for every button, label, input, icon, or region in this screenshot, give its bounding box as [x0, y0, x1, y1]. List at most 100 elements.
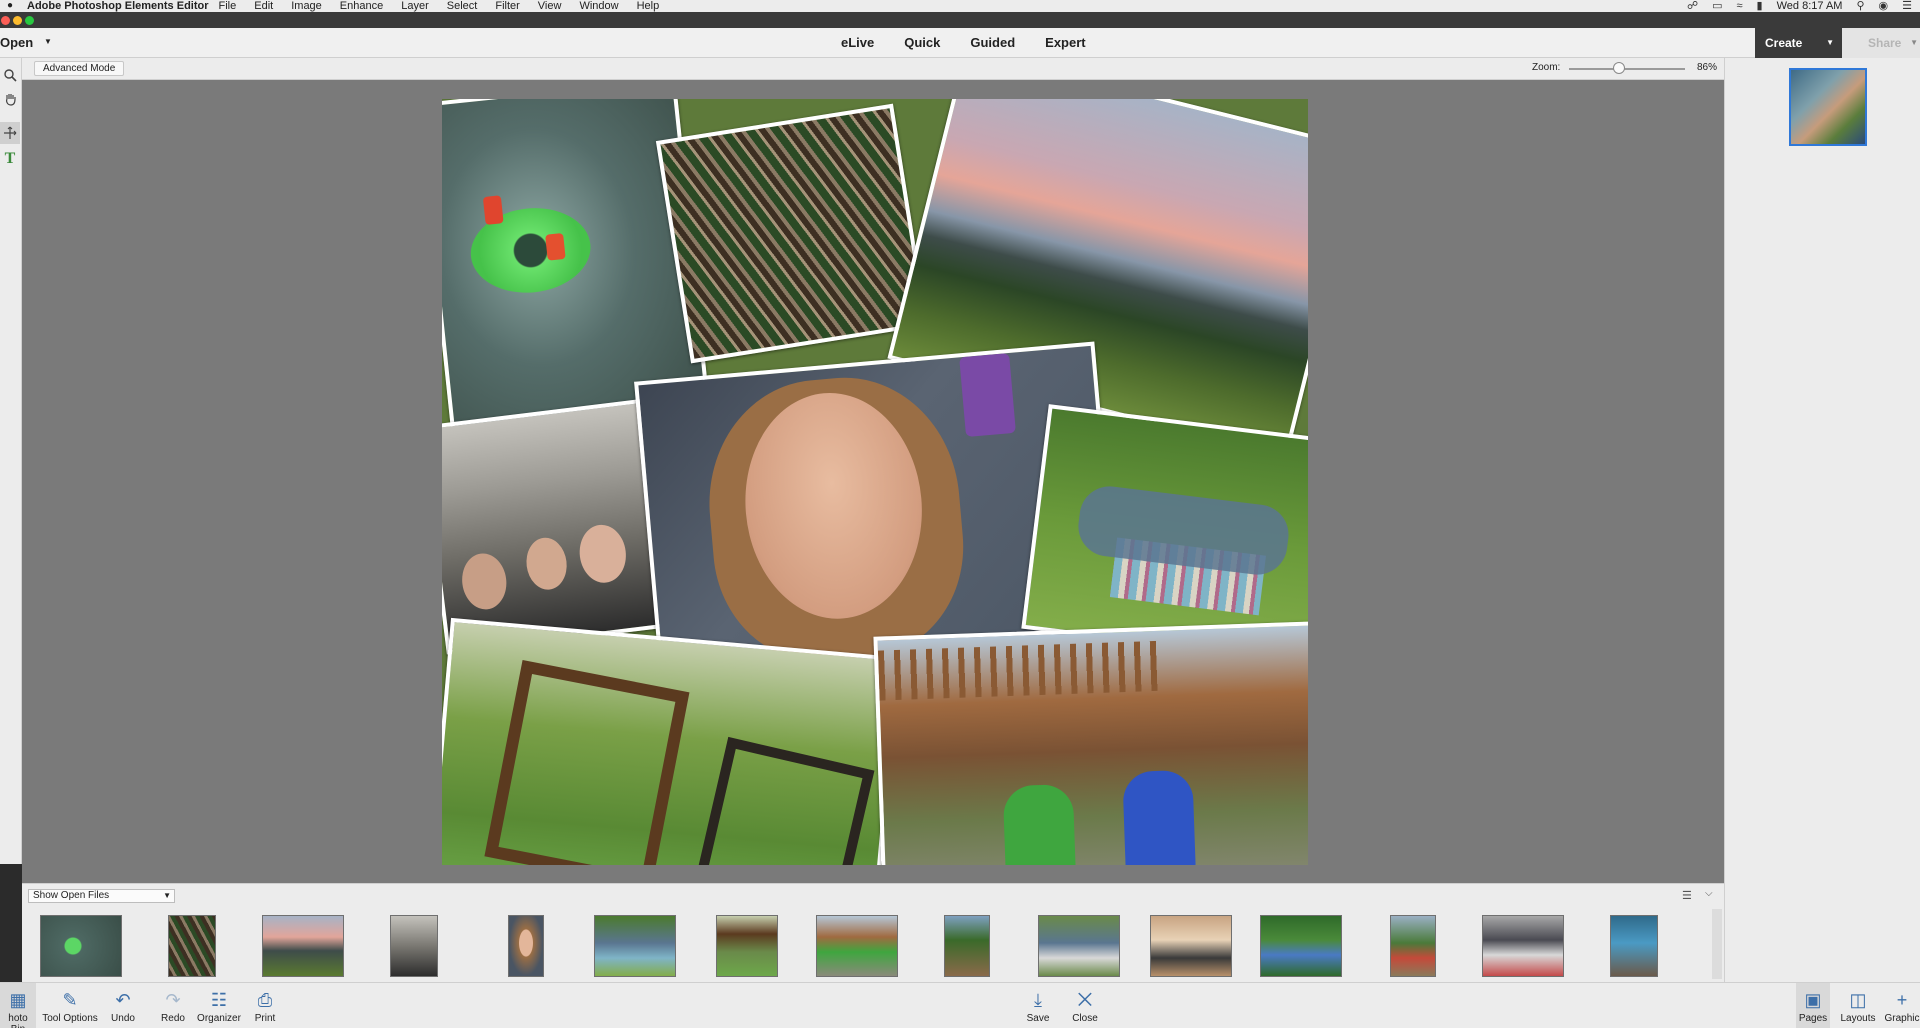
- purple-lanyard: [959, 352, 1016, 438]
- notification-center-icon[interactable]: ☰: [1902, 0, 1912, 12]
- bin-thumbnail[interactable]: [262, 915, 344, 977]
- open-button[interactable]: Open: [0, 35, 33, 50]
- photo-collage[interactable]: [442, 99, 1308, 865]
- collage-photo-frames[interactable]: [442, 617, 900, 865]
- bin-thumbnail[interactable]: [1260, 915, 1342, 977]
- tab-elive[interactable]: eLive: [841, 35, 874, 50]
- menu-layer[interactable]: Layer: [401, 0, 429, 12]
- save-button[interactable]: ⤓ Save: [1024, 983, 1052, 1028]
- bin-thumbnail[interactable]: [40, 915, 122, 977]
- bin-scrollbar[interactable]: [1712, 909, 1722, 979]
- menubar-clock[interactable]: Wed 8:17 AM: [1777, 0, 1843, 12]
- bin-thumbnail[interactable]: [944, 915, 990, 977]
- photo-bin-icon: ▦: [9, 990, 27, 1010]
- close-button[interactable]: ⨉ Close: [1070, 983, 1100, 1028]
- bin-menu-chevron-icon[interactable]: ⌵: [1705, 888, 1713, 899]
- organizer-button[interactable]: ☷ Organizer: [196, 983, 242, 1028]
- undo-label: Undo: [111, 1013, 135, 1024]
- bin-thumbnail[interactable]: [1610, 915, 1658, 977]
- menu-filter[interactable]: Filter: [495, 0, 519, 12]
- close-window-button[interactable]: [1, 16, 10, 25]
- bin-thumbnail[interactable]: [1482, 915, 1564, 977]
- print-icon: ⎙: [257, 990, 273, 1010]
- bin-thumbnail[interactable]: [1150, 915, 1232, 977]
- tab-expert[interactable]: Expert: [1045, 35, 1085, 50]
- layouts-panel: [1724, 58, 1920, 982]
- pages-button[interactable]: ▣ Pages: [1796, 983, 1830, 1028]
- create-button[interactable]: Create ▼: [1755, 28, 1842, 58]
- close-icon: ⨉: [1077, 990, 1093, 1010]
- layouts-icon: ◫: [1849, 990, 1867, 1010]
- tool-options-bar: Advanced Mode Zoom: 86%: [22, 58, 1724, 80]
- menu-enhance[interactable]: Enhance: [340, 0, 383, 12]
- wooden-frame: [484, 659, 690, 865]
- zoom-window-button[interactable]: [25, 16, 34, 25]
- bin-thumbnail[interactable]: [716, 915, 778, 977]
- layouts-button[interactable]: ◫ Layouts: [1838, 983, 1878, 1028]
- add-graphics-icon: +: [1896, 990, 1908, 1010]
- type-icon[interactable]: T: [0, 148, 20, 170]
- zoom-value[interactable]: 86%: [1697, 62, 1717, 73]
- share-button[interactable]: Share ▼: [1842, 28, 1920, 58]
- bin-thumbnail[interactable]: [1390, 915, 1436, 977]
- zoom-icon[interactable]: [0, 64, 20, 86]
- mode-bar: Open ▼ eLive Quick Guided Expert Create …: [0, 28, 1920, 58]
- app-name-menu[interactable]: Adobe Photoshop Elements Editor: [27, 0, 209, 12]
- open-dropdown-icon[interactable]: ▼: [44, 37, 52, 46]
- menu-window[interactable]: Window: [579, 0, 618, 12]
- bin-thumbnail[interactable]: [390, 915, 438, 977]
- page-thumbnail[interactable]: [1789, 68, 1867, 146]
- hand-icon[interactable]: [0, 88, 20, 110]
- minimize-window-button[interactable]: [13, 16, 22, 25]
- collage-photo-stick-hut[interactable]: [655, 103, 929, 364]
- spotlight-search-icon[interactable]: ⚲: [1856, 0, 1864, 12]
- save-icon: ⤓: [1034, 990, 1042, 1010]
- green-shirt-kid: [1002, 783, 1076, 865]
- collage-photo-deck[interactable]: [873, 621, 1308, 865]
- creative-cloud-icon[interactable]: ☍: [1687, 0, 1698, 12]
- advanced-mode-button[interactable]: Advanced Mode: [34, 61, 125, 76]
- photo-bin-button[interactable]: ▦ hoto Bin: [0, 983, 36, 1028]
- zoom-slider-track[interactable]: [1569, 68, 1685, 70]
- bin-thumbnail[interactable]: [816, 915, 898, 977]
- organizer-label: Organizer: [197, 1013, 241, 1024]
- tool-options-button[interactable]: ✎ Tool Options: [40, 983, 100, 1028]
- close-label: Close: [1072, 1013, 1098, 1024]
- undo-icon: ↶: [115, 990, 131, 1010]
- face: [576, 522, 630, 586]
- bin-thumbnail[interactable]: [594, 915, 676, 977]
- bin-thumbnail[interactable]: [508, 915, 544, 977]
- airplay-icon[interactable]: ▭: [1712, 0, 1722, 12]
- life-jacket: [545, 232, 566, 261]
- bin-options-icon[interactable]: ☰: [1682, 889, 1692, 902]
- share-dropdown-icon: ▼: [1910, 38, 1918, 47]
- mac-menubar: ● Adobe Photoshop Elements Editor File E…: [0, 0, 1920, 12]
- chevron-down-icon: ▼: [163, 891, 171, 900]
- undo-button[interactable]: ↶ Undo: [106, 983, 140, 1028]
- layouts-label: Layouts: [1840, 1013, 1876, 1024]
- menu-edit[interactable]: Edit: [254, 0, 273, 12]
- tab-guided[interactable]: Guided: [970, 35, 1015, 50]
- menu-view[interactable]: View: [538, 0, 562, 12]
- create-label: Create: [1765, 36, 1803, 50]
- user-icon[interactable]: ◉: [1879, 0, 1889, 12]
- menu-file[interactable]: File: [219, 0, 237, 12]
- tool-options-label: Tool Options: [42, 1013, 98, 1024]
- tab-quick[interactable]: Quick: [904, 35, 940, 50]
- print-button[interactable]: ⎙ Print: [250, 983, 280, 1028]
- move-icon[interactable]: [0, 122, 20, 144]
- battery-icon[interactable]: ▮: [1757, 0, 1763, 12]
- menu-help[interactable]: Help: [637, 0, 660, 12]
- apple-icon[interactable]: ●: [3, 0, 17, 12]
- graphics-button[interactable]: + Graphic: [1884, 983, 1920, 1028]
- menu-select[interactable]: Select: [447, 0, 478, 12]
- bin-thumbnail[interactable]: [1038, 915, 1120, 977]
- redo-button[interactable]: ↷ Redo: [156, 983, 190, 1028]
- wifi-icon[interactable]: ≈: [1737, 0, 1743, 12]
- face: [459, 550, 510, 612]
- menu-image[interactable]: Image: [291, 0, 322, 12]
- pages-icon: ▣: [1804, 990, 1822, 1010]
- bin-thumbnail[interactable]: [168, 915, 216, 977]
- show-open-files-dropdown[interactable]: Show Open Files ▼: [28, 889, 175, 903]
- zoom-slider-handle[interactable]: [1612, 62, 1625, 74]
